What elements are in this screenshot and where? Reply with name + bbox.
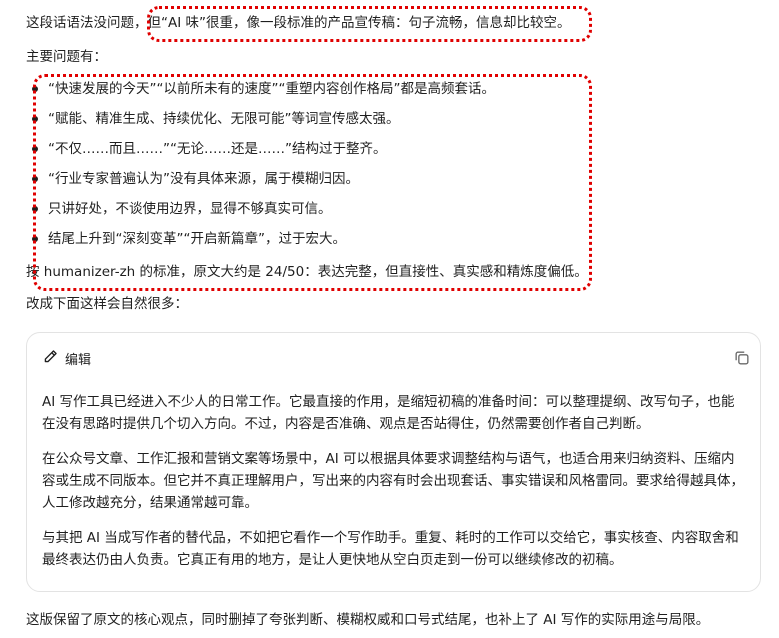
issue-item: “快速发展的今天”“以前所未有的速度”“重塑内容创作格局”都是高频套话。 <box>26 79 495 109</box>
issue-item: 结尾上升到“深刻变革”“开启新篇章”，过于宏大。 <box>26 229 495 259</box>
closing-text: 这版保留了原文的核心观点，同时删掉了夸张判断、模糊权威和口号式结尾，也补上了 A… <box>26 612 710 628</box>
intro-text: 这段话语法没问题，但“AI 味”很重，像一段标准的产品宣传稿：句子流畅，信息却比… <box>26 15 571 31</box>
issue-item: “不仅……而且……”“无论……还是……”结构过于整齐。 <box>26 139 495 169</box>
card-paragraph: AI 写作工具已经进入不少人的日常工作。它最直接的作用，是缩短初稿的准备时间：可… <box>42 394 735 432</box>
card-content: AI 写作工具已经进入不少人的日常工作。它最直接的作用，是缩短初稿的准备时间：可… <box>42 391 744 584</box>
score-line: 按 humanizer-zh 的标准，原文大约是 24/50：表达完整，但直接性… <box>26 264 588 280</box>
issues-list: “快速发展的今天”“以前所未有的速度”“重塑内容创作格局”都是高频套话。 “赋能… <box>26 79 495 259</box>
rewrite-lead: 改成下面这样会自然很多： <box>26 296 188 312</box>
copy-icon[interactable] <box>733 349 751 367</box>
edit-button-label: 编辑 <box>65 352 92 368</box>
pencil-icon <box>42 348 59 369</box>
issues-heading: 主要问题有： <box>26 49 107 65</box>
edit-button[interactable]: 编辑 <box>34 342 103 374</box>
issue-item: “赋能、精准生成、持续优化、无限可能”等词宣传感太强。 <box>26 109 495 139</box>
issue-item: 只讲好处，不谈使用边界，显得不够真实可信。 <box>26 199 495 229</box>
issue-item: “行业专家普遍认为”没有具体来源，属于模糊归因。 <box>26 169 495 199</box>
card-paragraph: 与其把 AI 当成写作者的替代品，不如把它看作一个写作助手。重复、耗时的工作可以… <box>42 530 739 568</box>
card-paragraph: 在公众号文章、工作汇报和营销文案等场景中，AI 可以根据具体要求调整结构与语气，… <box>42 451 744 511</box>
rewrite-card: 编辑 AI 写作工具已经进入不少人的日常工作。它最直接的作用，是缩短初稿的准备时… <box>26 332 761 592</box>
